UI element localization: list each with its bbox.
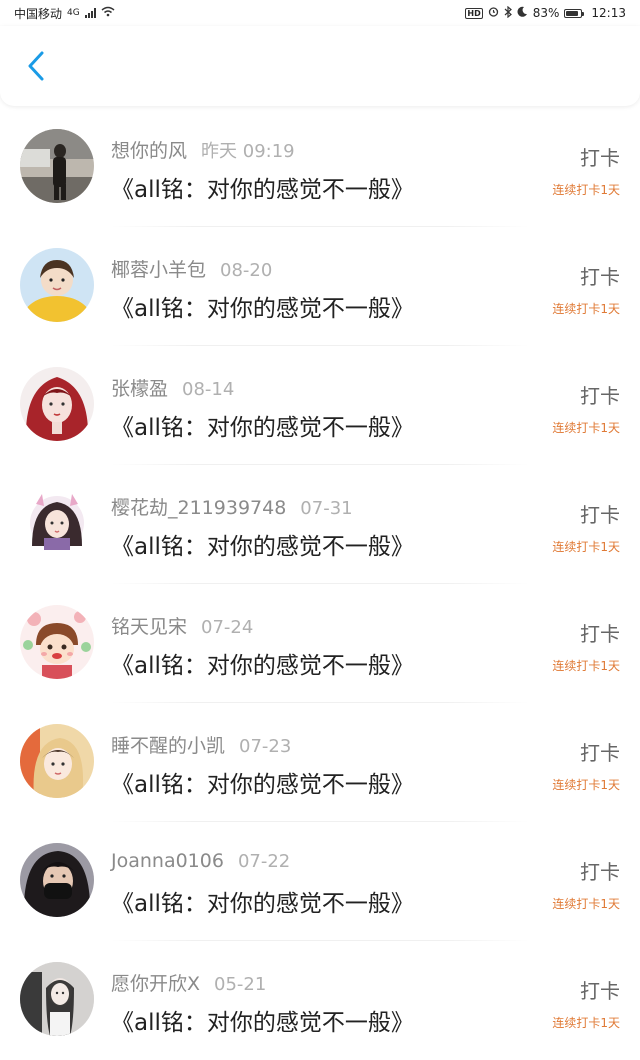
status-right: HD 83% 12:13 (465, 5, 626, 21)
checkin-info: 打卡 连续打卡1天 (552, 618, 620, 674)
entry-date: 07-23 (239, 736, 292, 757)
streak-label: 连续打卡1天 (552, 302, 620, 316)
back-button[interactable] (18, 48, 54, 84)
wifi-icon (101, 6, 115, 20)
checkin-label: 打卡 (580, 622, 620, 646)
avatar[interactable] (20, 248, 94, 322)
checkin-label: 打卡 (580, 265, 620, 289)
checkin-info: 打卡 连续打卡1天 (552, 380, 620, 436)
book-title[interactable]: 《all铭：对你的感觉不一般》 (111, 884, 414, 918)
user-name[interactable]: 张檬盈 (111, 378, 168, 400)
list-item[interactable]: 樱花劫_211939748 07-31 《all铭：对你的感觉不一般》 打卡 连续… (0, 465, 640, 584)
book-title[interactable]: 《all铭：对你的感觉不一般》 (111, 1003, 414, 1037)
avatar[interactable] (20, 962, 94, 1036)
book-title[interactable]: 《all铭：对你的感觉不一般》 (111, 765, 414, 799)
bluetooth-icon (504, 5, 512, 21)
list-item[interactable]: 张檬盈 08-14 《all铭：对你的感觉不一般》 打卡 连续打卡1天 (0, 346, 640, 465)
carrier-label: 中国移动 (14, 6, 63, 21)
entry-header: 愿你开欣X 05-21 (111, 969, 266, 996)
avatar[interactable] (20, 486, 94, 560)
header (0, 26, 640, 106)
entry-header: Joanna0106 07-22 (111, 850, 290, 872)
checkin-info: 打卡 连续打卡1天 (552, 499, 620, 555)
streak-label: 连续打卡1天 (552, 540, 620, 554)
entry-date: 昨天 09:19 (201, 141, 295, 162)
entry-header: 铭天见宋 07-24 (111, 612, 253, 639)
streak-label: 连续打卡1天 (552, 183, 620, 197)
user-name[interactable]: 愿你开欣X (111, 973, 200, 995)
user-name[interactable]: Joanna0106 (111, 850, 224, 872)
book-title[interactable]: 《all铭：对你的感觉不一般》 (111, 170, 414, 204)
status-bar: 中国移动 4G HD 83% 12:13 (0, 0, 640, 26)
list-item[interactable]: 睡不醒的小凯 07-23 《all铭：对你的感觉不一般》 打卡 连续打卡1天 (0, 703, 640, 822)
checkin-info: 打卡 连续打卡1天 (552, 975, 620, 1031)
checkin-label: 打卡 (580, 146, 620, 170)
entry-header: 樱花劫_211939748 07-31 (111, 493, 353, 520)
battery-icon (564, 8, 585, 18)
streak-label: 连续打卡1天 (552, 897, 620, 911)
checkin-info: 打卡 连续打卡1天 (552, 142, 620, 198)
checkin-label: 打卡 (580, 860, 620, 884)
entry-date: 07-31 (300, 498, 353, 519)
network-label: 4G (67, 8, 80, 18)
checkin-info: 打卡 连续打卡1天 (552, 261, 620, 317)
book-title[interactable]: 《all铭：对你的感觉不一般》 (111, 527, 414, 561)
checkin-info: 打卡 连续打卡1天 (552, 737, 620, 793)
book-title[interactable]: 《all铭：对你的感觉不一般》 (111, 408, 414, 442)
list-item[interactable]: 愿你开欣X 05-21 《all铭：对你的感觉不一般》 打卡 连续打卡1天 (0, 941, 640, 1060)
chevron-left-icon (28, 51, 44, 81)
list-item[interactable]: Joanna0106 07-22 《all铭：对你的感觉不一般》 打卡 连续打卡1… (0, 822, 640, 941)
list-item[interactable]: 想你的风 昨天 09:19 《all铭：对你的感觉不一般》 打卡 连续打卡1天 (0, 108, 640, 227)
battery-percent: 83% (532, 6, 560, 20)
entry-header: 睡不醒的小凯 07-23 (111, 731, 291, 758)
user-name[interactable]: 睡不醒的小凯 (111, 735, 225, 757)
user-name[interactable]: 樱花劫_211939748 (111, 497, 286, 519)
checkin-info: 打卡 连续打卡1天 (552, 856, 620, 912)
entry-date: 08-20 (220, 260, 273, 281)
streak-label: 连续打卡1天 (552, 659, 620, 673)
user-name[interactable]: 椰蓉小羊包 (111, 259, 206, 281)
streak-label: 连续打卡1天 (552, 1016, 620, 1030)
entry-header: 椰蓉小羊包 08-20 (111, 255, 272, 282)
list-item[interactable]: 铭天见宋 07-24 《all铭：对你的感觉不一般》 打卡 连续打卡1天 (0, 584, 640, 703)
signal-icon (84, 8, 96, 18)
hd-icon: HD (465, 7, 483, 19)
entry-date: 08-14 (182, 379, 235, 400)
user-name[interactable]: 铭天见宋 (111, 616, 187, 638)
checkin-label: 打卡 (580, 384, 620, 408)
avatar[interactable] (20, 605, 94, 679)
streak-label: 连续打卡1天 (552, 421, 620, 435)
avatar[interactable] (20, 843, 94, 917)
entry-date: 05-21 (214, 974, 267, 995)
checkin-label: 打卡 (580, 503, 620, 527)
alarm-icon (488, 6, 499, 20)
entry-date: 07-22 (237, 851, 291, 872)
checkin-label: 打卡 (580, 741, 620, 765)
moon-icon (517, 6, 528, 20)
list-item[interactable]: 椰蓉小羊包 08-20 《all铭：对你的感觉不一般》 打卡 连续打卡1天 (0, 227, 640, 346)
avatar[interactable] (20, 724, 94, 798)
streak-label: 连续打卡1天 (552, 778, 620, 792)
clock: 12:13 (591, 6, 626, 20)
entry-header: 张檬盈 08-14 (111, 374, 234, 401)
entry-header: 想你的风 昨天 09:19 (111, 136, 295, 163)
book-title[interactable]: 《all铭：对你的感觉不一般》 (111, 646, 414, 680)
status-left: 中国移动 4G (14, 5, 115, 22)
checkin-list: 想你的风 昨天 09:19 《all铭：对你的感觉不一般》 打卡 连续打卡1天 椰… (0, 108, 640, 1060)
entry-date: 07-24 (201, 617, 254, 638)
avatar[interactable] (20, 129, 94, 203)
user-name[interactable]: 想你的风 (111, 140, 187, 162)
avatar[interactable] (20, 367, 94, 441)
checkin-label: 打卡 (580, 979, 620, 1003)
book-title[interactable]: 《all铭：对你的感觉不一般》 (111, 289, 414, 323)
